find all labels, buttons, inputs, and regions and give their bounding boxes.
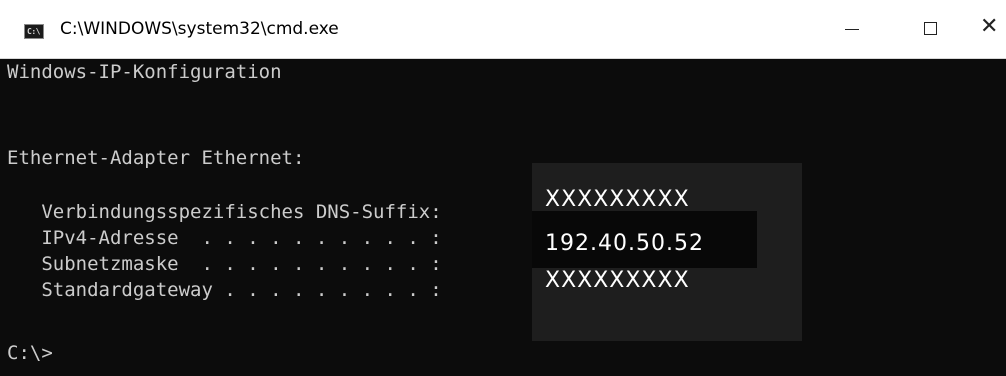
console-line-gateway: Standardgateway . . . . . . . . . : [7, 279, 442, 301]
window-title: C:\WINDOWS\system32\cmd.exe [60, 19, 339, 39]
close-icon: ✕ [980, 14, 999, 39]
close-button[interactable]: ✕ [980, 0, 1006, 58]
console-icon-glyph: C:\ [27, 27, 40, 36]
ipv4-value: 192.40.50.52 [545, 231, 704, 256]
console-window-icon[interactable]: C:\ [24, 24, 44, 39]
maximize-button[interactable] [902, 0, 962, 58]
minimize-button[interactable] [824, 0, 884, 58]
console-line-ipv4: IPv4-Adresse . . . . . . . . . . : [7, 227, 442, 249]
console-line-header: Windows-IP-Konfiguration [7, 61, 282, 83]
console-line-dns-suffix: Verbindungsspezifisches DNS-Suffix: [7, 201, 442, 223]
title-bar[interactable]: C:\ C:\WINDOWS\system32\cmd.exe ✕ [0, 0, 1006, 59]
console-line-adapter: Ethernet-Adapter Ethernet: [7, 147, 305, 169]
dns-suffix-value: XXXXXXXXX [545, 187, 690, 212]
minimize-icon [845, 29, 859, 30]
cmd-window: C:\ C:\WINDOWS\system32\cmd.exe ✕ Window… [0, 0, 1006, 376]
console-prompt[interactable]: C:\> [7, 342, 53, 364]
maximize-icon [924, 22, 937, 35]
console-line-subnet: Subnetzmaske . . . . . . . . . . : [7, 253, 442, 275]
console-output[interactable]: Windows-IP-Konfiguration Ethernet-Adapte… [0, 59, 1006, 376]
gateway-value: XXXXXXXXX [545, 268, 690, 293]
